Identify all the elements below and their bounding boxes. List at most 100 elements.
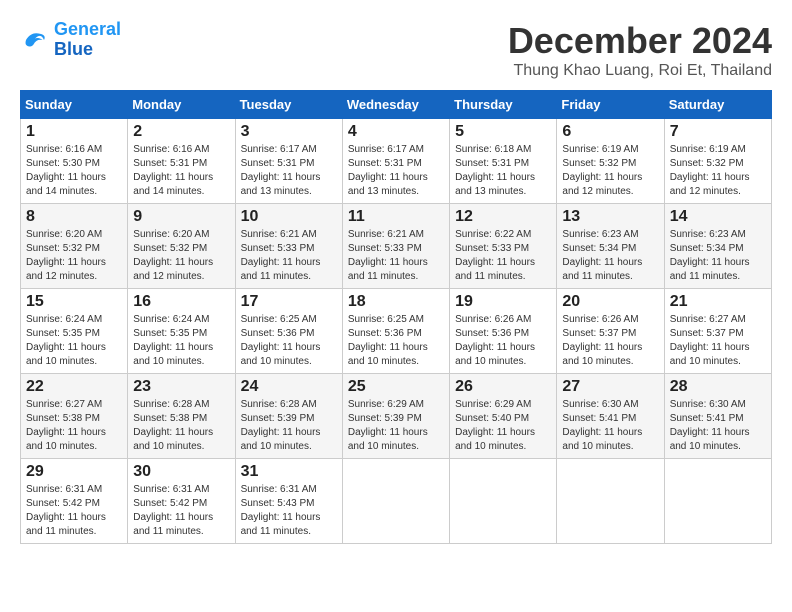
calendar-cell	[450, 459, 557, 544]
calendar-cell: 2 Sunrise: 6:16 AM Sunset: 5:31 PM Dayli…	[128, 119, 235, 204]
calendar-cell: 14 Sunrise: 6:23 AM Sunset: 5:34 PM Dayl…	[664, 204, 771, 289]
calendar-cell: 12 Sunrise: 6:22 AM Sunset: 5:33 PM Dayl…	[450, 204, 557, 289]
location: Thung Khao Luang, Roi Et, Thailand	[508, 62, 772, 80]
day-number: 22	[26, 378, 122, 396]
calendar-header-row: SundayMondayTuesdayWednesdayThursdayFrid…	[21, 91, 772, 119]
day-header-friday: Friday	[557, 91, 664, 119]
day-info: Sunrise: 6:21 AM Sunset: 5:33 PM Dayligh…	[348, 228, 444, 284]
day-info: Sunrise: 6:27 AM Sunset: 5:38 PM Dayligh…	[26, 398, 122, 454]
calendar-cell: 11 Sunrise: 6:21 AM Sunset: 5:33 PM Dayl…	[342, 204, 449, 289]
day-header-wednesday: Wednesday	[342, 91, 449, 119]
day-number: 30	[133, 463, 229, 481]
calendar-cell: 23 Sunrise: 6:28 AM Sunset: 5:38 PM Dayl…	[128, 374, 235, 459]
day-info: Sunrise: 6:30 AM Sunset: 5:41 PM Dayligh…	[670, 398, 766, 454]
day-number: 17	[241, 293, 337, 311]
calendar-week-row: 22 Sunrise: 6:27 AM Sunset: 5:38 PM Dayl…	[21, 374, 772, 459]
calendar-cell: 19 Sunrise: 6:26 AM Sunset: 5:36 PM Dayl…	[450, 289, 557, 374]
day-info: Sunrise: 6:27 AM Sunset: 5:37 PM Dayligh…	[670, 313, 766, 369]
day-info: Sunrise: 6:23 AM Sunset: 5:34 PM Dayligh…	[670, 228, 766, 284]
logo-icon	[20, 25, 50, 55]
day-header-tuesday: Tuesday	[235, 91, 342, 119]
calendar-cell: 31 Sunrise: 6:31 AM Sunset: 5:43 PM Dayl…	[235, 459, 342, 544]
day-number: 12	[455, 208, 551, 226]
day-info: Sunrise: 6:24 AM Sunset: 5:35 PM Dayligh…	[26, 313, 122, 369]
calendar-week-row: 15 Sunrise: 6:24 AM Sunset: 5:35 PM Dayl…	[21, 289, 772, 374]
day-number: 23	[133, 378, 229, 396]
calendar-cell: 16 Sunrise: 6:24 AM Sunset: 5:35 PM Dayl…	[128, 289, 235, 374]
day-info: Sunrise: 6:20 AM Sunset: 5:32 PM Dayligh…	[133, 228, 229, 284]
day-info: Sunrise: 6:19 AM Sunset: 5:32 PM Dayligh…	[670, 143, 766, 199]
calendar-cell: 21 Sunrise: 6:27 AM Sunset: 5:37 PM Dayl…	[664, 289, 771, 374]
calendar-cell: 28 Sunrise: 6:30 AM Sunset: 5:41 PM Dayl…	[664, 374, 771, 459]
calendar-cell: 1 Sunrise: 6:16 AM Sunset: 5:30 PM Dayli…	[21, 119, 128, 204]
day-number: 29	[26, 463, 122, 481]
day-number: 5	[455, 123, 551, 141]
page-header: GeneralBlue December 2024 Thung Khao Lua…	[20, 20, 772, 80]
day-info: Sunrise: 6:29 AM Sunset: 5:39 PM Dayligh…	[348, 398, 444, 454]
calendar-cell: 18 Sunrise: 6:25 AM Sunset: 5:36 PM Dayl…	[342, 289, 449, 374]
day-number: 14	[670, 208, 766, 226]
day-info: Sunrise: 6:28 AM Sunset: 5:38 PM Dayligh…	[133, 398, 229, 454]
day-info: Sunrise: 6:22 AM Sunset: 5:33 PM Dayligh…	[455, 228, 551, 284]
logo-text: GeneralBlue	[54, 20, 121, 60]
day-info: Sunrise: 6:17 AM Sunset: 5:31 PM Dayligh…	[241, 143, 337, 199]
calendar-cell: 4 Sunrise: 6:17 AM Sunset: 5:31 PM Dayli…	[342, 119, 449, 204]
calendar-cell: 24 Sunrise: 6:28 AM Sunset: 5:39 PM Dayl…	[235, 374, 342, 459]
day-number: 19	[455, 293, 551, 311]
calendar-cell: 27 Sunrise: 6:30 AM Sunset: 5:41 PM Dayl…	[557, 374, 664, 459]
day-info: Sunrise: 6:21 AM Sunset: 5:33 PM Dayligh…	[241, 228, 337, 284]
day-number: 21	[670, 293, 766, 311]
day-number: 24	[241, 378, 337, 396]
calendar-week-row: 29 Sunrise: 6:31 AM Sunset: 5:42 PM Dayl…	[21, 459, 772, 544]
calendar-cell: 7 Sunrise: 6:19 AM Sunset: 5:32 PM Dayli…	[664, 119, 771, 204]
calendar-cell: 30 Sunrise: 6:31 AM Sunset: 5:42 PM Dayl…	[128, 459, 235, 544]
day-number: 9	[133, 208, 229, 226]
day-number: 25	[348, 378, 444, 396]
day-header-sunday: Sunday	[21, 91, 128, 119]
day-number: 13	[562, 208, 658, 226]
day-number: 8	[26, 208, 122, 226]
month-title: December 2024	[508, 20, 772, 62]
calendar-cell	[664, 459, 771, 544]
calendar-week-row: 8 Sunrise: 6:20 AM Sunset: 5:32 PM Dayli…	[21, 204, 772, 289]
day-number: 1	[26, 123, 122, 141]
day-number: 3	[241, 123, 337, 141]
calendar-cell: 20 Sunrise: 6:26 AM Sunset: 5:37 PM Dayl…	[557, 289, 664, 374]
calendar-cell: 3 Sunrise: 6:17 AM Sunset: 5:31 PM Dayli…	[235, 119, 342, 204]
day-number: 2	[133, 123, 229, 141]
day-number: 27	[562, 378, 658, 396]
calendar-cell: 17 Sunrise: 6:25 AM Sunset: 5:36 PM Dayl…	[235, 289, 342, 374]
title-area: December 2024 Thung Khao Luang, Roi Et, …	[508, 20, 772, 80]
calendar-cell	[342, 459, 449, 544]
day-header-saturday: Saturday	[664, 91, 771, 119]
calendar-cell: 13 Sunrise: 6:23 AM Sunset: 5:34 PM Dayl…	[557, 204, 664, 289]
day-number: 7	[670, 123, 766, 141]
calendar-week-row: 1 Sunrise: 6:16 AM Sunset: 5:30 PM Dayli…	[21, 119, 772, 204]
calendar-cell: 25 Sunrise: 6:29 AM Sunset: 5:39 PM Dayl…	[342, 374, 449, 459]
day-info: Sunrise: 6:26 AM Sunset: 5:37 PM Dayligh…	[562, 313, 658, 369]
day-info: Sunrise: 6:16 AM Sunset: 5:30 PM Dayligh…	[26, 143, 122, 199]
calendar-table: SundayMondayTuesdayWednesdayThursdayFrid…	[20, 90, 772, 544]
day-info: Sunrise: 6:28 AM Sunset: 5:39 PM Dayligh…	[241, 398, 337, 454]
calendar-cell: 26 Sunrise: 6:29 AM Sunset: 5:40 PM Dayl…	[450, 374, 557, 459]
day-number: 15	[26, 293, 122, 311]
calendar-cell: 15 Sunrise: 6:24 AM Sunset: 5:35 PM Dayl…	[21, 289, 128, 374]
calendar-cell: 22 Sunrise: 6:27 AM Sunset: 5:38 PM Dayl…	[21, 374, 128, 459]
day-number: 16	[133, 293, 229, 311]
calendar-cell: 29 Sunrise: 6:31 AM Sunset: 5:42 PM Dayl…	[21, 459, 128, 544]
calendar-cell: 8 Sunrise: 6:20 AM Sunset: 5:32 PM Dayli…	[21, 204, 128, 289]
day-number: 26	[455, 378, 551, 396]
calendar-cell: 9 Sunrise: 6:20 AM Sunset: 5:32 PM Dayli…	[128, 204, 235, 289]
day-info: Sunrise: 6:26 AM Sunset: 5:36 PM Dayligh…	[455, 313, 551, 369]
calendar-cell	[557, 459, 664, 544]
day-number: 4	[348, 123, 444, 141]
calendar-cell: 6 Sunrise: 6:19 AM Sunset: 5:32 PM Dayli…	[557, 119, 664, 204]
calendar-cell: 10 Sunrise: 6:21 AM Sunset: 5:33 PM Dayl…	[235, 204, 342, 289]
day-info: Sunrise: 6:23 AM Sunset: 5:34 PM Dayligh…	[562, 228, 658, 284]
day-number: 28	[670, 378, 766, 396]
day-number: 10	[241, 208, 337, 226]
calendar-cell: 5 Sunrise: 6:18 AM Sunset: 5:31 PM Dayli…	[450, 119, 557, 204]
day-number: 20	[562, 293, 658, 311]
logo: GeneralBlue	[20, 20, 121, 60]
day-info: Sunrise: 6:30 AM Sunset: 5:41 PM Dayligh…	[562, 398, 658, 454]
